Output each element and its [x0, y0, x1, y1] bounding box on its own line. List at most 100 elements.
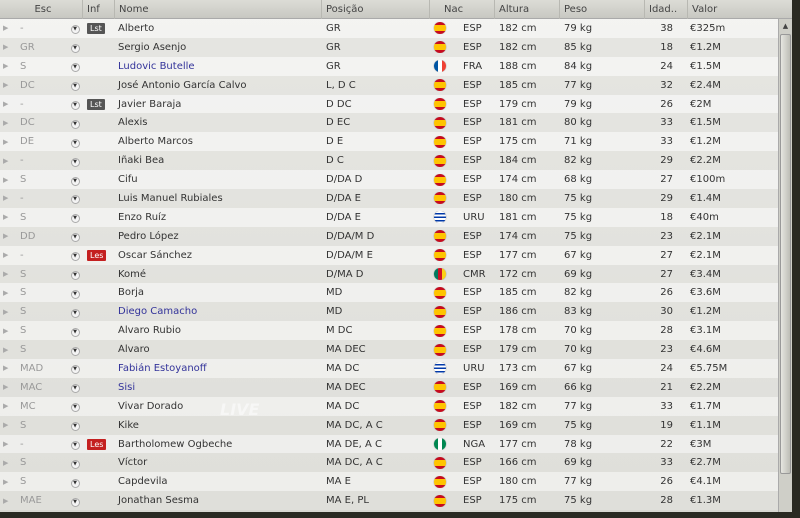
- player-name-link[interactable]: Álvaro: [115, 344, 322, 355]
- selection-cell[interactable]: S: [12, 457, 67, 468]
- table-row[interactable]: ▶ S ▼ Kike MA DC, A C ESP 169 cm 75 kg 1…: [0, 415, 778, 435]
- expand-arrow-icon[interactable]: ▶: [0, 289, 12, 297]
- selection-dropdown[interactable]: ▼: [67, 325, 83, 337]
- player-name-link[interactable]: Sisi: [115, 382, 322, 393]
- expand-arrow-icon[interactable]: ▶: [0, 100, 12, 108]
- column-header-valor[interactable]: Valor: [688, 0, 792, 19]
- selection-cell[interactable]: -: [12, 23, 67, 34]
- expand-arrow-icon[interactable]: ▶: [0, 478, 12, 486]
- selection-dropdown[interactable]: ▼: [67, 79, 83, 92]
- selection-cell[interactable]: S: [12, 212, 67, 223]
- table-row[interactable]: ▶ S ▼ Enzo Ruíz D/DA E URU 181 cm 75 kg …: [0, 207, 778, 227]
- table-row[interactable]: ▶ - ▼ Lst Alberto GR ESP 182 cm 79 kg 38…: [0, 19, 778, 38]
- player-name-link[interactable]: Diego Camacho: [115, 306, 322, 317]
- selection-cell[interactable]: S: [12, 344, 67, 355]
- expand-arrow-icon[interactable]: ▶: [0, 62, 12, 70]
- table-row[interactable]: ▶ S ▼ Cifu D/DA D ESP 174 cm 68 kg 27 €1…: [0, 170, 778, 190]
- scrollbar[interactable]: ▲: [778, 19, 792, 512]
- scrollbar-thumb[interactable]: [780, 34, 791, 474]
- player-name-link[interactable]: Sergio Asenjo: [115, 42, 322, 53]
- player-name-link[interactable]: Iñaki Bea: [115, 155, 322, 166]
- selection-dropdown[interactable]: ▼: [67, 419, 83, 432]
- player-name-link[interactable]: Fabián Estoyanoff: [115, 363, 322, 374]
- expand-arrow-icon[interactable]: ▶: [0, 176, 12, 184]
- selection-dropdown[interactable]: ▼: [67, 287, 83, 299]
- expand-arrow-icon[interactable]: ▶: [0, 43, 12, 51]
- player-name-link[interactable]: Luis Manuel Rubiales: [115, 193, 322, 204]
- selection-cell[interactable]: -: [12, 155, 67, 166]
- table-row[interactable]: ▶ MAD ▼ Fabián Estoyanoff MA DC URU 173 …: [0, 359, 778, 378]
- selection-dropdown[interactable]: ▼: [67, 174, 83, 186]
- selection-dropdown[interactable]: ▼: [67, 41, 83, 54]
- selection-dropdown[interactable]: ▼: [67, 344, 83, 356]
- selection-cell[interactable]: S: [12, 174, 67, 185]
- selection-cell[interactable]: DD: [12, 231, 67, 242]
- player-name-link[interactable]: Alberto Marcos: [115, 136, 322, 147]
- player-name-link[interactable]: José Antonio García Calvo: [115, 80, 322, 91]
- table-row[interactable]: ▶ S ▼ Diego Camacho MD ESP 186 cm 83 kg …: [0, 302, 778, 322]
- player-name-link[interactable]: Óscar Sánchez: [115, 250, 322, 261]
- player-name-link[interactable]: Cifu: [115, 174, 322, 185]
- selection-cell[interactable]: -: [12, 439, 67, 450]
- expand-arrow-icon[interactable]: ▶: [0, 364, 12, 372]
- player-name-link[interactable]: Álvaro Rubio: [115, 325, 322, 336]
- selection-cell[interactable]: MAC: [12, 382, 67, 393]
- expand-arrow-icon[interactable]: ▶: [0, 157, 12, 165]
- table-row[interactable]: ▶ DC ▼ Alexis D EC ESP 181 cm 80 kg 33 €…: [0, 113, 778, 133]
- selection-dropdown[interactable]: ▼: [67, 22, 83, 35]
- expand-arrow-icon[interactable]: ▶: [0, 459, 12, 467]
- selection-cell[interactable]: S: [12, 420, 67, 431]
- selection-dropdown[interactable]: ▼: [67, 60, 83, 73]
- selection-dropdown[interactable]: ▼: [67, 495, 83, 507]
- table-row[interactable]: ▶ S ▼ Borja MD ESP 185 cm 82 kg 26 €3.6M: [0, 283, 778, 303]
- column-header-idade[interactable]: Idad..: [645, 0, 688, 19]
- expand-arrow-icon[interactable]: ▶: [0, 119, 12, 127]
- expand-arrow-icon[interactable]: ▶: [0, 383, 12, 391]
- selection-cell[interactable]: S: [12, 287, 67, 298]
- selection-dropdown[interactable]: ▼: [67, 306, 83, 318]
- table-row[interactable]: ▶ DE ▼ Alberto Marcos D E ESP 175 cm 71 …: [0, 132, 778, 152]
- expand-arrow-icon[interactable]: ▶: [0, 497, 12, 505]
- expand-arrow-icon[interactable]: ▶: [0, 308, 12, 316]
- selection-dropdown[interactable]: ▼: [67, 400, 83, 413]
- table-row[interactable]: ▶ S ▼ Komé D/MA D CMR 172 cm 69 kg 27 €3…: [0, 264, 778, 284]
- column-header-esc[interactable]: Esc: [0, 0, 83, 19]
- table-row[interactable]: ▶ GR ▼ Sergio Asenjo GR ESP 182 cm 85 kg…: [0, 37, 778, 57]
- table-row[interactable]: ▶ S ▼ Álvaro Rubio M DC ESP 178 cm 70 kg…: [0, 321, 778, 341]
- selection-dropdown[interactable]: ▼: [67, 362, 83, 375]
- expand-arrow-icon[interactable]: ▶: [0, 440, 12, 448]
- table-row[interactable]: ▶ S ▼ Capdevila MA E ESP 180 cm 77 kg 26…: [0, 472, 778, 492]
- player-name-link[interactable]: Alberto: [115, 23, 322, 34]
- selection-cell[interactable]: S: [12, 269, 67, 280]
- expand-arrow-icon[interactable]: ▶: [0, 138, 12, 146]
- player-name-link[interactable]: Capdevila: [115, 476, 322, 487]
- scroll-up-arrow-icon[interactable]: ▲: [779, 19, 792, 33]
- selection-cell[interactable]: MAE: [12, 495, 67, 506]
- selection-cell[interactable]: S: [12, 325, 67, 336]
- expand-arrow-icon[interactable]: ▶: [0, 251, 12, 259]
- expand-arrow-icon[interactable]: ▶: [0, 24, 12, 32]
- table-row[interactable]: ▶ S ▼ Víctor MA DC, A C ESP 166 cm 69 kg…: [0, 453, 778, 473]
- expand-arrow-icon[interactable]: ▶: [0, 327, 12, 335]
- column-header-nac[interactable]: Nac: [430, 0, 495, 19]
- player-name-link[interactable]: Víctor: [115, 457, 322, 468]
- column-header-nome[interactable]: Nome: [115, 0, 322, 19]
- expand-arrow-icon[interactable]: ▶: [0, 270, 12, 278]
- player-name-link[interactable]: Ludovic Butelle: [115, 61, 322, 72]
- player-name-link[interactable]: Enzo Ruíz: [115, 212, 322, 223]
- selection-dropdown[interactable]: ▼: [67, 155, 83, 167]
- column-header-altura[interactable]: Altura: [495, 0, 560, 19]
- expand-arrow-icon[interactable]: ▶: [0, 194, 12, 202]
- expand-arrow-icon[interactable]: ▶: [0, 81, 12, 89]
- selection-cell[interactable]: GR: [12, 42, 67, 53]
- expand-arrow-icon[interactable]: ▶: [0, 421, 12, 429]
- selection-cell[interactable]: -: [12, 250, 67, 261]
- selection-dropdown[interactable]: ▼: [67, 230, 83, 243]
- table-row[interactable]: ▶ DC ▼ José Antonio García Calvo L, D C …: [0, 75, 778, 95]
- table-row[interactable]: ▶ DD ▼ Pedro López D/DA/M D ESP 174 cm 7…: [0, 226, 778, 246]
- player-name-link[interactable]: Komé: [115, 269, 322, 280]
- table-row[interactable]: ▶ - ▼ Les Óscar Sánchez D/DA/M E ESP 177…: [0, 245, 778, 265]
- expand-arrow-icon[interactable]: ▶: [0, 402, 12, 410]
- selection-dropdown[interactable]: ▼: [67, 192, 83, 205]
- table-row[interactable]: ▶ S ▼ Álvaro MA DEC ESP 179 cm 70 kg 23 …: [0, 340, 778, 360]
